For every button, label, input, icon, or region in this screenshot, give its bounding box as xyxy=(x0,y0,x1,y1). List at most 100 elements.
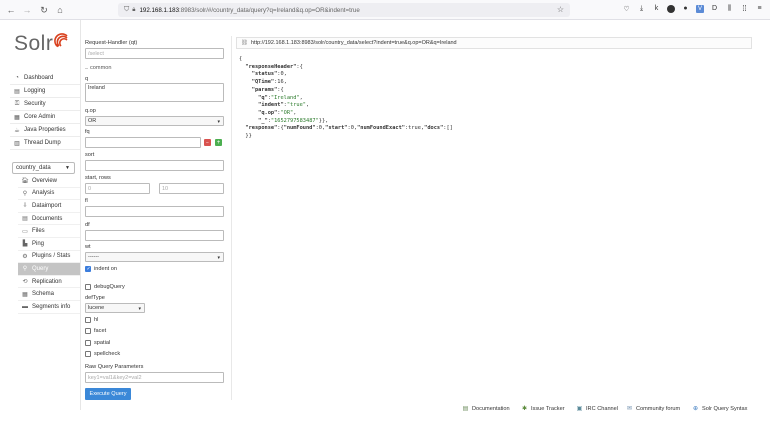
core-item-label: Segments info xyxy=(32,303,71,310)
add-fq-button[interactable]: + xyxy=(215,139,222,146)
deftype-select[interactable]: lucene ▾ xyxy=(85,303,145,313)
core-item-plugins-stats[interactable]: ⚙︎ Plugins / Stats xyxy=(18,251,80,264)
facet-checkbox[interactable]: facet xyxy=(85,328,106,334)
core-item-replication[interactable]: ⟲ Replication xyxy=(18,276,80,289)
reload-icon[interactable]: ↻ xyxy=(37,3,51,17)
df-input[interactable] xyxy=(85,230,224,241)
extension-v-icon[interactable]: V xyxy=(696,4,704,13)
df-label: df xyxy=(85,222,90,228)
back-icon[interactable]: ← xyxy=(4,3,18,17)
nav-item-java-properties[interactable]: ☕︎ Java Properties xyxy=(10,124,80,137)
minus-icon: − xyxy=(206,139,209,146)
chevron-down-icon: ▼ xyxy=(65,165,70,171)
q-input[interactable]: Ireland xyxy=(85,83,224,102)
core-item-label: Dataimport xyxy=(32,202,62,209)
apps-grid-icon[interactable]: ⁞⁞ xyxy=(740,4,749,13)
checkbox-checked[interactable] xyxy=(85,266,91,272)
url-path: :8983/solr/#/country_data/query?q=Irelan… xyxy=(179,6,360,14)
hl-checkbox[interactable]: hl xyxy=(85,317,98,323)
nav-item-core-admin[interactable]: ▦ Core Admin xyxy=(10,111,80,124)
extension-k-icon[interactable]: k xyxy=(652,4,661,13)
nav-item-dashboard[interactable]: ◔ Dashboard xyxy=(10,72,80,85)
irc-icon: ▣ xyxy=(576,406,583,412)
nav-item-logging[interactable]: ▤ Logging xyxy=(10,85,80,98)
checkbox[interactable] xyxy=(85,351,91,357)
execute-query-label: Execute Query xyxy=(89,391,127,397)
core-item-label: Files xyxy=(32,228,45,235)
address-bar[interactable]: ⛉ 🔒︎ 192.168.1.183:8983/solr/#/country_d… xyxy=(118,3,570,17)
core-item-segments-info[interactable]: ▬ Segments info xyxy=(18,301,80,314)
footer-link-solr-query-syntax[interactable]: ⊕ Solr Query Syntax xyxy=(692,405,747,413)
fq-input[interactable] xyxy=(85,137,201,148)
library-icon[interactable]: ⫼ xyxy=(725,4,734,13)
core-item-schema[interactable]: ▦ Schema xyxy=(18,288,80,301)
overview-icon: 🏠︎ xyxy=(21,178,29,185)
browser-toolbar: ← → ↻ ⌂ ⛉ 🔒︎ 192.168.1.183:8983/solr/#/c… xyxy=(0,0,770,20)
nav-item-thread-dump[interactable]: ▥ Thread Dump xyxy=(10,137,80,150)
checkbox[interactable] xyxy=(85,340,91,346)
rows-input[interactable]: 10 xyxy=(159,183,224,194)
start-rows-label: start, rows xyxy=(85,175,111,181)
core-item-analysis[interactable]: ⚲ Analysis xyxy=(18,188,80,201)
extension-d-icon[interactable]: D xyxy=(710,4,719,13)
footer-link-issue-tracker[interactable]: ✱ Issue Tracker xyxy=(521,405,565,413)
indent-checkbox[interactable]: indent on xyxy=(85,266,117,272)
segments-icon: ▬ xyxy=(22,303,28,310)
checkbox[interactable] xyxy=(85,328,91,334)
thread-dump-icon: ▥ xyxy=(14,140,20,147)
nav-item-security[interactable]: ⚿ Security xyxy=(10,98,80,111)
remove-fq-button[interactable]: − xyxy=(204,139,211,146)
fl-label: fl xyxy=(85,198,88,204)
extension-dot-icon[interactable]: ● xyxy=(681,4,690,13)
core-item-dataimport[interactable]: ⇩ Dataimport xyxy=(18,200,80,213)
execute-query-button[interactable]: Execute Query xyxy=(85,388,131,400)
core-selector[interactable]: country_data ▼ xyxy=(12,162,75,174)
deftype-value: lucene xyxy=(88,305,105,311)
analysis-icon: ⚲ xyxy=(22,190,28,197)
solr-logo[interactable]: Solr xyxy=(14,32,70,56)
extension-circle-icon[interactable] xyxy=(667,4,675,13)
spellcheck-checkbox[interactable]: spellcheck xyxy=(85,351,120,357)
json-indent: "true" xyxy=(286,102,306,109)
core-item-files[interactable]: ▭ Files xyxy=(18,225,80,238)
raw-params-label: Raw Query Parameters xyxy=(85,364,144,370)
core-menu: 🏠︎ Overview ⚲ Analysis ⇩ Dataimport ▤ Docume… xyxy=(18,175,80,314)
core-selector-value: country_data xyxy=(16,165,51,171)
fq-label: fq xyxy=(85,129,90,135)
wt-select[interactable]: ------ ▾ xyxy=(85,252,224,262)
request-handler-input[interactable]: /select xyxy=(85,48,224,59)
checkbox[interactable] xyxy=(85,317,91,323)
bookmark-star-icon[interactable]: ☆ xyxy=(557,5,564,14)
home-icon[interactable]: ⌂ xyxy=(53,3,67,17)
checkbox[interactable] xyxy=(85,284,91,290)
query-icon: ⚲ xyxy=(22,266,28,273)
result-url-bar[interactable]: ⛓ http://192.168.1.183:8983/solr/country… xyxy=(236,37,752,49)
menu-icon[interactable]: ≡ xyxy=(755,4,764,13)
core-item-query[interactable]: ⚲ Query xyxy=(18,263,80,276)
facet-label: facet xyxy=(94,328,107,334)
sidebar-divider xyxy=(80,20,81,410)
fl-input[interactable] xyxy=(85,206,224,217)
start-input[interactable]: 0 xyxy=(85,183,150,194)
qop-select[interactable]: OR ▾ xyxy=(85,116,224,126)
download-icon[interactable]: ⤓ xyxy=(637,4,646,13)
footer-link-community-forum[interactable]: ✉ Community forum xyxy=(626,405,680,413)
spatial-checkbox[interactable]: spatial xyxy=(85,340,110,346)
core-item-ping[interactable]: ▙ Ping xyxy=(18,238,80,251)
footer-link-irc-channel[interactable]: ▣ IRC Channel xyxy=(576,405,618,413)
qop-value: OR xyxy=(88,118,97,124)
core-item-label: Plugins / Stats xyxy=(32,253,71,260)
forward-icon[interactable]: → xyxy=(20,3,34,17)
core-item-overview[interactable]: 🏠︎ Overview xyxy=(18,175,80,188)
footer: ▤ Documentation ✱ Issue Tracker ▣ IRC Chann… xyxy=(0,405,770,417)
pocket-icon[interactable]: ♡ xyxy=(622,4,631,13)
footer-link-documentation[interactable]: ▤ Documentation xyxy=(462,405,510,413)
result-url[interactable]: http://192.168.1.183:8983/solr/country_d… xyxy=(251,40,457,46)
shield-icon: ⛉ xyxy=(124,6,130,13)
core-item-label: Analysis xyxy=(32,190,55,197)
sort-input[interactable] xyxy=(85,160,224,171)
core-item-documents[interactable]: ▤ Documents xyxy=(18,213,80,226)
debugquery-checkbox[interactable]: debugQuery xyxy=(85,284,125,290)
security-icon: ⚿ xyxy=(14,100,20,107)
raw-params-input[interactable]: key1=val1&key2=val2 xyxy=(85,372,224,383)
